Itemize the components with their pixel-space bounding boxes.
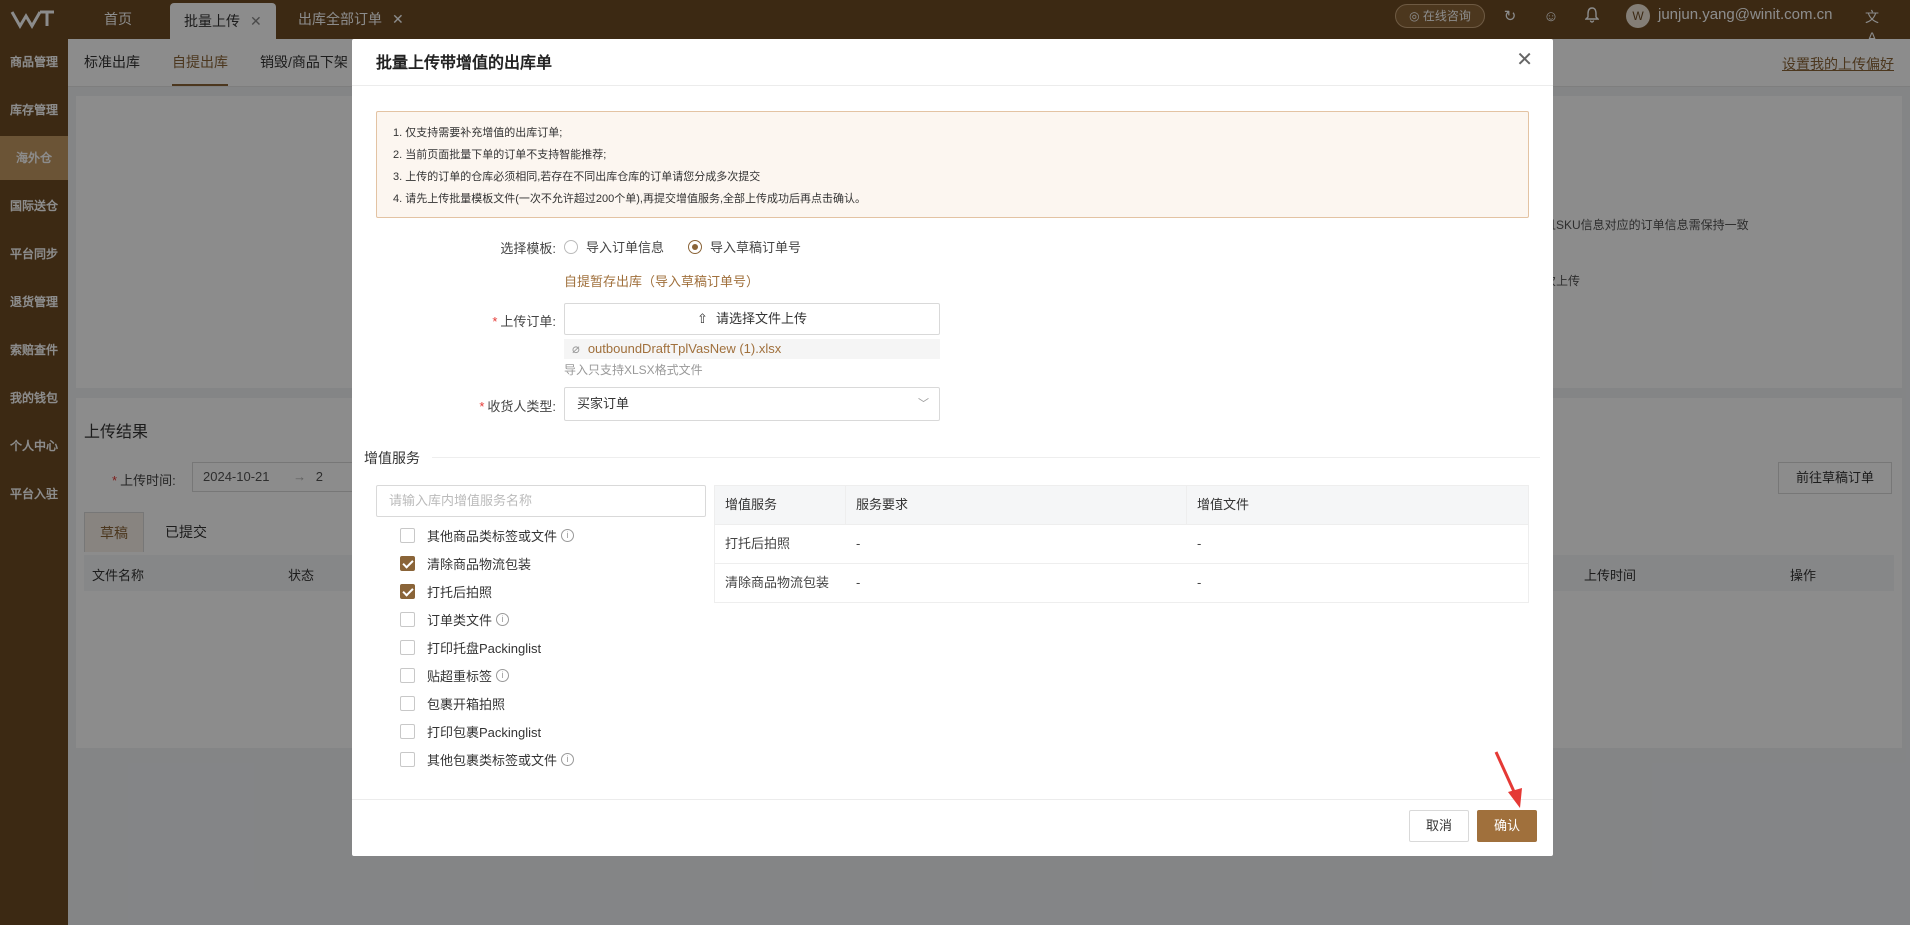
table-cell: 打托后拍照	[725, 536, 791, 551]
option-label: 包裹开箱拍照	[427, 696, 506, 712]
checkbox[interactable]	[400, 751, 415, 767]
checkbox[interactable]	[400, 667, 415, 683]
divider	[352, 85, 1553, 86]
info-icon[interactable]: i	[496, 668, 510, 682]
batch-upload-modal: 批量上传带增值的出库单 ✕ 1. 仅支持需要补充增值的出库订单; 2. 当前页面…	[352, 39, 1553, 856]
vas-option[interactable]: 清除商品物流包装	[400, 552, 531, 574]
table-cell: -	[856, 536, 861, 551]
radio-label: 导入草稿订单号	[710, 240, 802, 255]
close-icon[interactable]: ✕	[1516, 47, 1533, 72]
notice-line: 3. 上传的订单的仓库必须相同,若存在不同出库仓库的订单请您分成多次提交	[393, 171, 761, 183]
checkbox-checked[interactable]	[400, 583, 415, 599]
vas-option[interactable]: 打印包裹Packinglist	[400, 720, 541, 742]
table-row: 打托后拍照 - -	[715, 524, 1528, 563]
divider	[432, 457, 1540, 458]
vas-option[interactable]: 订单类文件 i	[400, 608, 510, 630]
radio-label: 导入订单信息	[586, 240, 665, 255]
template-label: 选择模板:	[500, 241, 556, 256]
option-label: 清除商品物流包装	[427, 556, 532, 572]
checkbox[interactable]	[400, 527, 415, 543]
upload-hint: 导入只支持XLSX格式文件	[564, 363, 703, 377]
label-text: 上传订单:	[500, 314, 556, 329]
paperclip-icon: ⌀	[572, 341, 580, 356]
vas-option[interactable]: 贴超重标签 i	[400, 664, 510, 686]
table-cell: -	[1197, 536, 1202, 551]
annotation-arrow-icon	[1494, 751, 1522, 808]
divider	[352, 799, 1553, 800]
vas-section-title: 增值服务	[364, 450, 420, 466]
table-row: 清除商品物流包装 - -	[715, 563, 1528, 602]
info-icon[interactable]: i	[561, 528, 575, 542]
radio-checked-icon	[688, 239, 702, 254]
vas-table: 增值服务 服务要求 增值文件 打托后拍照 - - 清除商品物流包装 - -	[714, 485, 1529, 603]
checkbox[interactable]	[400, 611, 415, 627]
vas-option[interactable]: 包裹开箱拍照	[400, 692, 505, 714]
cancel-button[interactable]: 取消	[1409, 810, 1469, 842]
option-label: 打印托盘Packinglist	[427, 640, 542, 656]
notice-line: 4. 请先上传批量模板文件(一次不允许超过200个单),再提交增值服务,全部上传…	[393, 193, 867, 205]
notice-line: 1. 仅支持需要补充增值的出库订单;	[393, 127, 563, 139]
option-label: 贴超重标签	[427, 668, 493, 684]
vas-table-header: 增值服务 服务要求 增值文件	[715, 486, 1528, 524]
checkbox[interactable]	[400, 639, 415, 655]
table-cell: -	[1197, 575, 1202, 590]
radio-import-draft-order[interactable]: 导入草稿订单号	[688, 237, 801, 256]
vas-option[interactable]: 其他商品类标签或文件 i	[400, 524, 575, 546]
modal-title: 批量上传带增值的出库单	[376, 55, 553, 72]
consignee-type-select[interactable]: 买家订单 ﹀	[564, 387, 940, 421]
column-header: 增值文件	[1197, 497, 1250, 512]
checkbox[interactable]	[400, 695, 415, 711]
option-label: 其他包裹类标签或文件	[427, 752, 558, 768]
vas-search-input[interactable]: 请输入库内增值服务名称	[376, 485, 706, 517]
upload-icon: ⇧	[697, 311, 708, 326]
chevron-down-icon: ﹀	[918, 398, 929, 410]
template-download-link[interactable]: 自提暂存出库（导入草稿订单号）	[564, 271, 759, 290]
label-text: 收货人类型:	[487, 399, 556, 414]
option-label: 其他商品类标签或文件	[427, 528, 558, 544]
radio-import-order-info[interactable]: 导入订单信息	[564, 237, 664, 256]
notice-box: 1. 仅支持需要补充增值的出库订单; 2. 当前页面批量下单的订单不支持智能推荐…	[376, 111, 1529, 218]
upload-file-button[interactable]: ⇧ 请选择文件上传	[564, 303, 940, 335]
consignee-type-label: * 收货人类型:	[479, 399, 556, 414]
table-cell: -	[856, 575, 861, 590]
info-icon[interactable]: i	[496, 612, 510, 626]
confirm-button[interactable]: 确认	[1477, 810, 1537, 842]
option-label: 订单类文件	[427, 612, 493, 628]
option-label: 打托后拍照	[427, 584, 493, 600]
select-value: 买家订单	[577, 396, 630, 411]
upload-label: 请选择文件上传	[715, 311, 807, 326]
vas-option[interactable]: 打托后拍照	[400, 580, 492, 602]
uploaded-file-item[interactable]: ⌀ outboundDraftTplVasNew (1).xlsx	[564, 339, 940, 359]
vas-option[interactable]: 其他包裹类标签或文件 i	[400, 748, 575, 770]
checkbox[interactable]	[400, 723, 415, 739]
info-icon[interactable]: i	[561, 752, 575, 766]
vas-option[interactable]: 打印托盘Packinglist	[400, 636, 541, 658]
notice-line: 2. 当前页面批量下单的订单不支持智能推荐;	[393, 149, 607, 161]
option-label: 打印包裹Packinglist	[427, 724, 542, 740]
column-header: 增值服务	[715, 486, 846, 524]
file-name: outboundDraftTplVasNew (1).xlsx	[587, 341, 782, 356]
column-header: 服务要求	[846, 486, 1187, 524]
radio-icon	[564, 239, 578, 254]
table-cell: 清除商品物流包装	[725, 575, 830, 590]
checkbox-checked[interactable]	[400, 555, 415, 571]
upload-order-label: * 上传订单:	[492, 314, 556, 329]
